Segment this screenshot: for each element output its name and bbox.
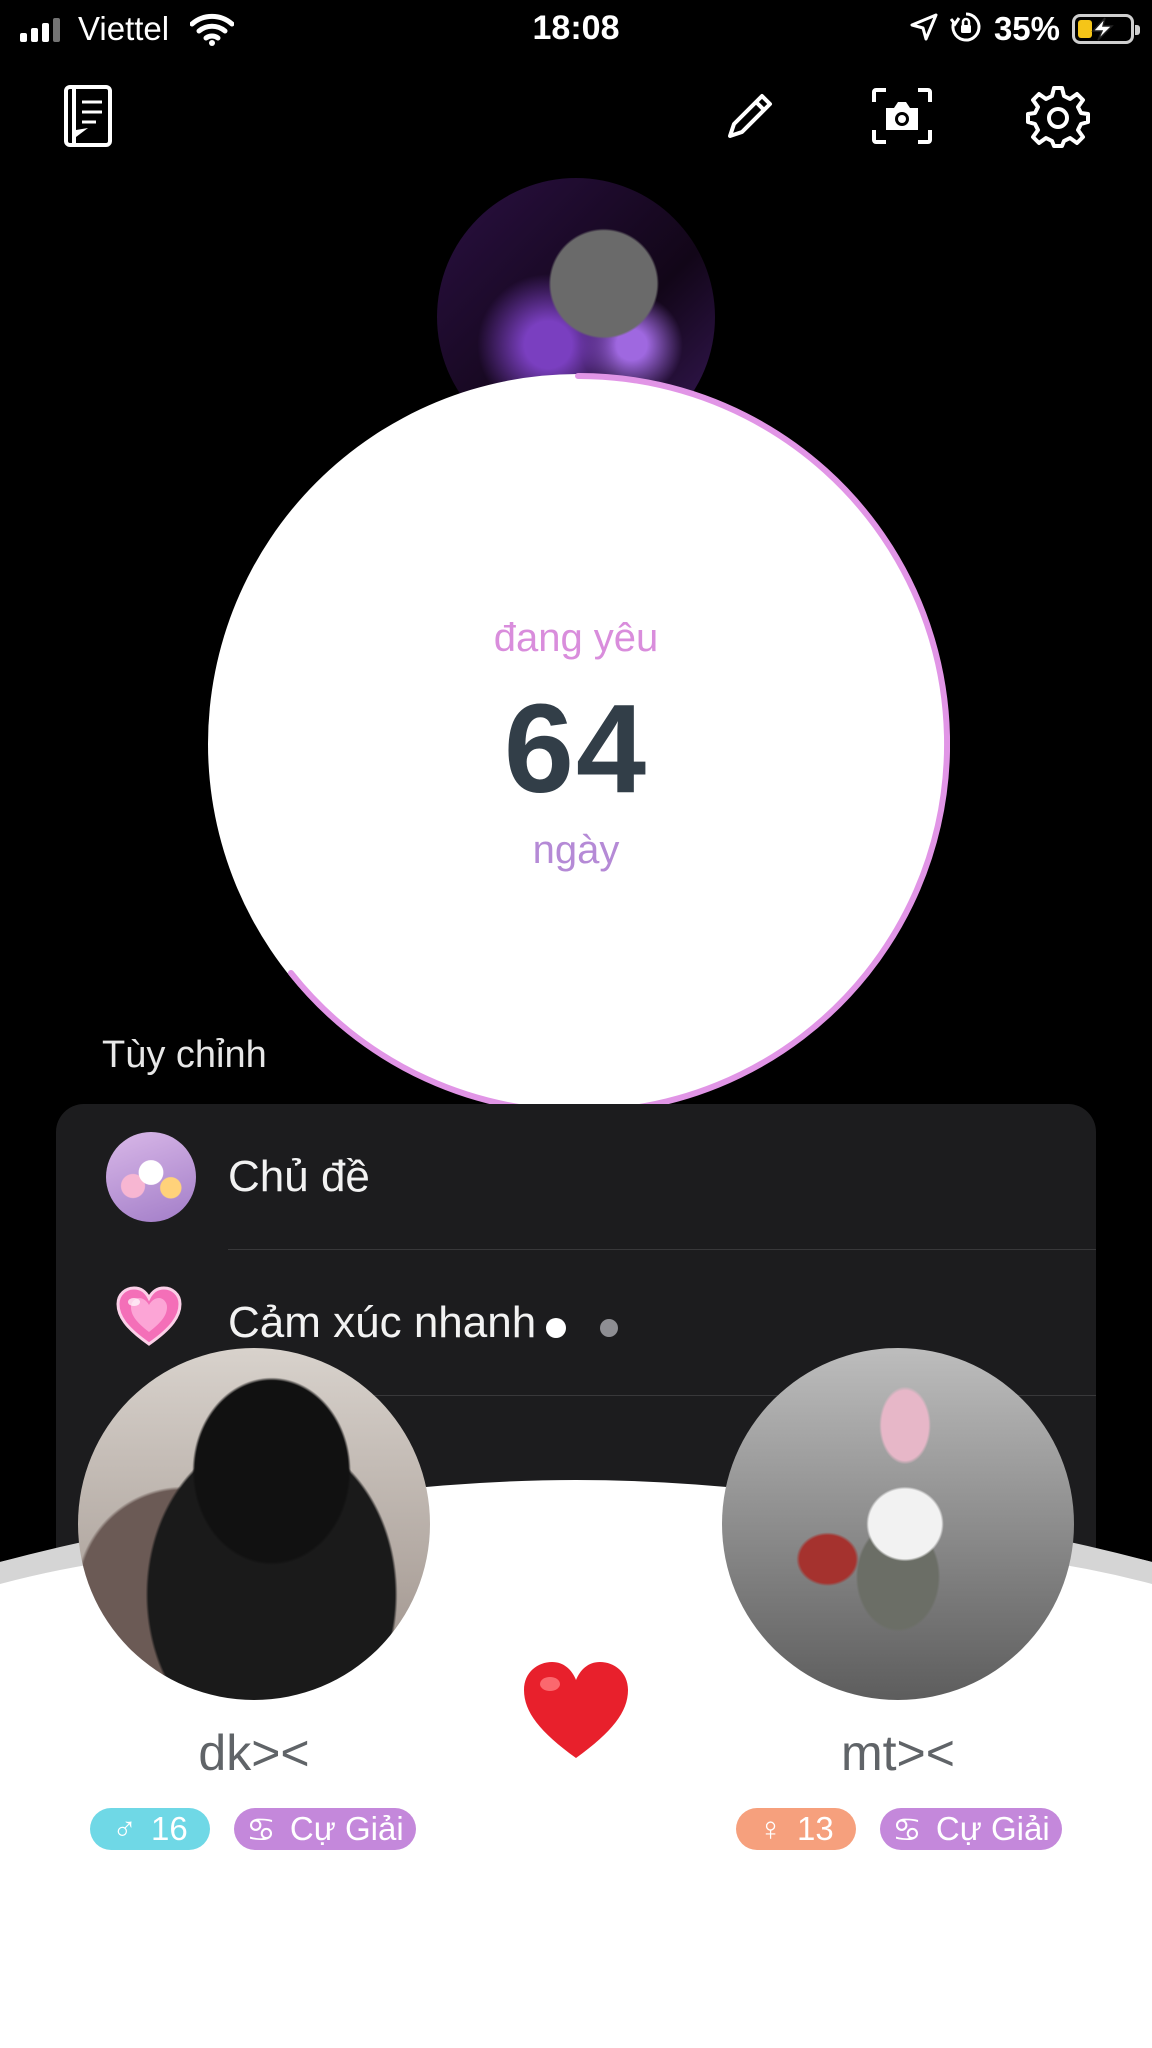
- right-partner-avatar[interactable]: [722, 1348, 1074, 1700]
- right-partner-name: mt><: [841, 1725, 955, 1781]
- left-zodiac: Cự Giải: [289, 1810, 404, 1847]
- days-count: 64: [503, 678, 649, 819]
- counter-label: đang yêu: [493, 616, 659, 660]
- female-icon: ♀: [758, 1810, 784, 1847]
- status-bar: Viettel 18:08 35%: [0, 0, 1152, 62]
- theme-thumbnail-icon: [106, 1132, 196, 1222]
- settings-button[interactable]: [1022, 82, 1094, 154]
- battery-percentage: 35%: [993, 10, 1060, 47]
- orientation-lock-icon: [949, 11, 982, 48]
- section-title: Tùy chỉnh: [102, 1034, 267, 1076]
- male-icon: ♂: [112, 1810, 138, 1847]
- red-heart-icon[interactable]: [520, 1656, 632, 1768]
- quick-emotion-label: Cảm xúc nhanh: [228, 1298, 537, 1347]
- screenshot-button[interactable]: [866, 82, 938, 154]
- left-partner-avatar[interactable]: [78, 1348, 430, 1700]
- theme-label: Chủ đề: [228, 1152, 370, 1201]
- right-zodiac-badge: ♋ Cự Giải: [880, 1808, 1062, 1850]
- left-partner-name: dk><: [198, 1725, 310, 1781]
- left-zodiac-badge: ♋ Cự Giải: [234, 1808, 416, 1850]
- diary-book-button[interactable]: [52, 82, 124, 154]
- diary-book-icon: [60, 84, 116, 153]
- cancer-zodiac-icon: ♋: [246, 1810, 276, 1848]
- cancer-zodiac-icon: ♋: [892, 1810, 922, 1848]
- right-age-badge: ♀ 13: [736, 1808, 856, 1850]
- counter-unit: ngày: [532, 828, 620, 872]
- left-age-badge: ♂ 16: [90, 1808, 210, 1850]
- battery-charging-icon: [1072, 14, 1140, 44]
- camera-icon: [870, 86, 934, 151]
- right-zodiac: Cự Giải: [935, 1810, 1050, 1847]
- left-age: 16: [151, 1810, 188, 1847]
- right-age: 13: [797, 1810, 834, 1847]
- edit-button[interactable]: [714, 82, 786, 154]
- pink-heart-icon: [116, 1286, 182, 1353]
- pencil-icon: [722, 88, 778, 149]
- loading-dots: [546, 1318, 618, 1338]
- gear-icon: [1026, 84, 1090, 153]
- theme-row[interactable]: Chủ đề: [56, 1104, 1096, 1250]
- location-arrow-icon: [910, 13, 938, 46]
